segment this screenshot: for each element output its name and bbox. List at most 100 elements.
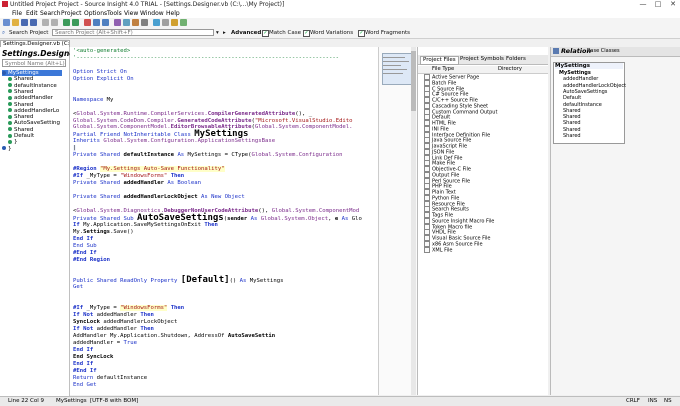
- tab-project-symbols[interactable]: Project Symbols: [458, 56, 506, 63]
- sync-icon[interactable]: [153, 19, 160, 26]
- relation-window-icon[interactable]: [132, 19, 139, 26]
- highlight-icon[interactable]: [171, 19, 178, 26]
- minimize-button[interactable]: —: [636, 0, 650, 9]
- scrollbar-thumb[interactable]: [411, 51, 416, 111]
- menu-help[interactable]: Help: [166, 10, 180, 17]
- code-editor[interactable]: '<auto-generated> '----------------------…: [70, 47, 378, 395]
- symbol-window-icon[interactable]: [114, 19, 121, 26]
- symbol-item[interactable]: addedHandler: [8, 95, 53, 101]
- editor-scrollbar[interactable]: [411, 47, 416, 395]
- project-file-type-item[interactable]: Java Source File: [424, 137, 471, 144]
- relation-member[interactable]: MySettings: [559, 70, 591, 76]
- relation-member[interactable]: Shared: [563, 127, 581, 133]
- tab-project-files[interactable]: Project Files: [420, 56, 459, 65]
- bookmark-icon[interactable]: [84, 19, 91, 26]
- symbol-item[interactable]: Shared: [8, 102, 33, 108]
- match-case-checkbox[interactable]: ✓: [262, 30, 269, 37]
- redo-icon[interactable]: [51, 19, 58, 26]
- open-folder-icon[interactable]: [12, 19, 19, 26]
- symbol-item[interactable]: addedHandlerLo: [8, 108, 59, 114]
- col-file-type[interactable]: File Type: [432, 66, 454, 72]
- menu-project[interactable]: Project: [61, 10, 82, 17]
- symbol-item[interactable]: }: [2, 146, 12, 152]
- project-file-type-item[interactable]: Search Results: [424, 206, 469, 213]
- menu-view[interactable]: View: [124, 10, 138, 17]
- project-file-type-item[interactable]: VHDL File: [424, 229, 456, 236]
- project-file-type-item[interactable]: Perl Source File: [424, 177, 470, 184]
- search-project-input[interactable]: Search Project (Alt+Shift+F): [52, 29, 214, 36]
- project-file-type-item[interactable]: Objective-C File: [424, 166, 471, 172]
- project-file-type-item[interactable]: Default: [424, 114, 450, 121]
- project-file-type-item[interactable]: Resource File: [424, 200, 465, 207]
- relation-mode[interactable]: Base Classes: [587, 48, 620, 54]
- project-file-type-item[interactable]: XML File: [424, 246, 452, 253]
- project-file-type-item[interactable]: PHP File: [424, 183, 452, 190]
- forward-icon[interactable]: [72, 19, 79, 26]
- symbol-item[interactable]: Shared: [8, 76, 33, 82]
- symbol-item[interactable]: Shared: [8, 89, 33, 95]
- project-file-type-item[interactable]: C/C++ Source File: [424, 97, 478, 103]
- project-file-type-item[interactable]: Plain Text: [424, 189, 456, 195]
- menu-edit[interactable]: Edit: [26, 10, 38, 17]
- symbol-item[interactable]: MySettings: [2, 70, 62, 76]
- relation-member[interactable]: Default: [563, 95, 581, 101]
- project-file-type-item[interactable]: Source Insight Macro File: [424, 217, 494, 224]
- relation-member[interactable]: defaultInstance: [563, 102, 602, 108]
- project-file-type-item[interactable]: Interface Definition File: [424, 131, 490, 138]
- project-file-type-item[interactable]: JSON File: [424, 148, 454, 155]
- col-directory[interactable]: Directory: [498, 66, 522, 72]
- project-file-type-item[interactable]: Token Macro file: [424, 223, 472, 230]
- project-file-type-item[interactable]: Active Server Page: [424, 74, 479, 80]
- project-file-type-item[interactable]: x86 Asm Source File: [424, 240, 483, 247]
- relation-member[interactable]: Shared: [563, 108, 581, 114]
- settings-icon[interactable]: [162, 19, 169, 26]
- menu-file[interactable]: File: [12, 10, 22, 17]
- project-window-icon[interactable]: [123, 19, 130, 26]
- relation-member[interactable]: Shared: [563, 114, 581, 120]
- new-file-icon[interactable]: [3, 19, 10, 26]
- undo-icon[interactable]: [42, 19, 49, 26]
- close-button[interactable]: ✕: [666, 0, 680, 9]
- save-all-icon[interactable]: [30, 19, 37, 26]
- find-icon[interactable]: [93, 19, 100, 26]
- project-file-type-item[interactable]: Python File: [424, 194, 459, 201]
- symbol-item[interactable]: Default: [8, 133, 34, 139]
- project-file-type-item[interactable]: Custom Command Output: [424, 108, 497, 115]
- project-file-type-item[interactable]: Make File: [424, 160, 455, 167]
- project-file-type-item[interactable]: Batch File: [424, 79, 456, 86]
- menu-search[interactable]: Search: [40, 10, 61, 17]
- browse-icon[interactable]: [180, 19, 187, 26]
- menu-tools[interactable]: Tools: [107, 10, 122, 17]
- relation-member[interactable]: AutoSaveSettings: [563, 89, 607, 95]
- maximize-button[interactable]: □: [651, 0, 665, 9]
- search-dropdown-icon[interactable]: ▾: [216, 30, 219, 36]
- word-fragments-checkbox[interactable]: ✓: [358, 30, 365, 37]
- symbol-item[interactable]: Shared: [8, 127, 33, 133]
- project-file-type-item[interactable]: Output File: [424, 171, 459, 178]
- relation-member[interactable]: Shared: [563, 133, 581, 139]
- relation-root[interactable]: MySettings: [555, 63, 623, 69]
- back-icon[interactable]: [63, 19, 70, 26]
- word-variations-checkbox[interactable]: ✓: [303, 30, 310, 37]
- project-file-type-item[interactable]: JavaScript File: [424, 143, 467, 149]
- save-icon[interactable]: [21, 19, 28, 26]
- symbol-item[interactable]: defaultInstance: [8, 83, 57, 89]
- relation-member[interactable]: addedHandlerLockObject: [563, 83, 626, 89]
- tab-folders[interactable]: Folders: [504, 56, 528, 63]
- context-window-icon[interactable]: [141, 19, 148, 26]
- symbol-item[interactable]: Shared: [8, 114, 33, 120]
- project-file-type-item[interactable]: Cascading Style Sheet: [424, 102, 488, 109]
- symbol-item[interactable]: }: [8, 139, 18, 145]
- menu-options[interactable]: Options: [84, 10, 107, 17]
- project-file-type-item[interactable]: Tags File: [424, 212, 453, 218]
- project-file-type-item[interactable]: INI File: [424, 125, 449, 132]
- project-file-type-item[interactable]: C Source File: [424, 85, 464, 92]
- replace-icon[interactable]: [102, 19, 109, 26]
- relation-member[interactable]: addedHandler: [563, 76, 598, 82]
- symbol-item[interactable]: AutoSaveSetting: [8, 120, 60, 126]
- menu-window[interactable]: Window: [140, 10, 164, 17]
- project-file-type-item[interactable]: Link Def File: [424, 154, 462, 161]
- search-go-icon[interactable]: ▸: [223, 30, 226, 36]
- relation-member[interactable]: Shared: [563, 120, 581, 126]
- symbol-filter-input[interactable]: Symbol Name (Alt+L): [2, 59, 66, 67]
